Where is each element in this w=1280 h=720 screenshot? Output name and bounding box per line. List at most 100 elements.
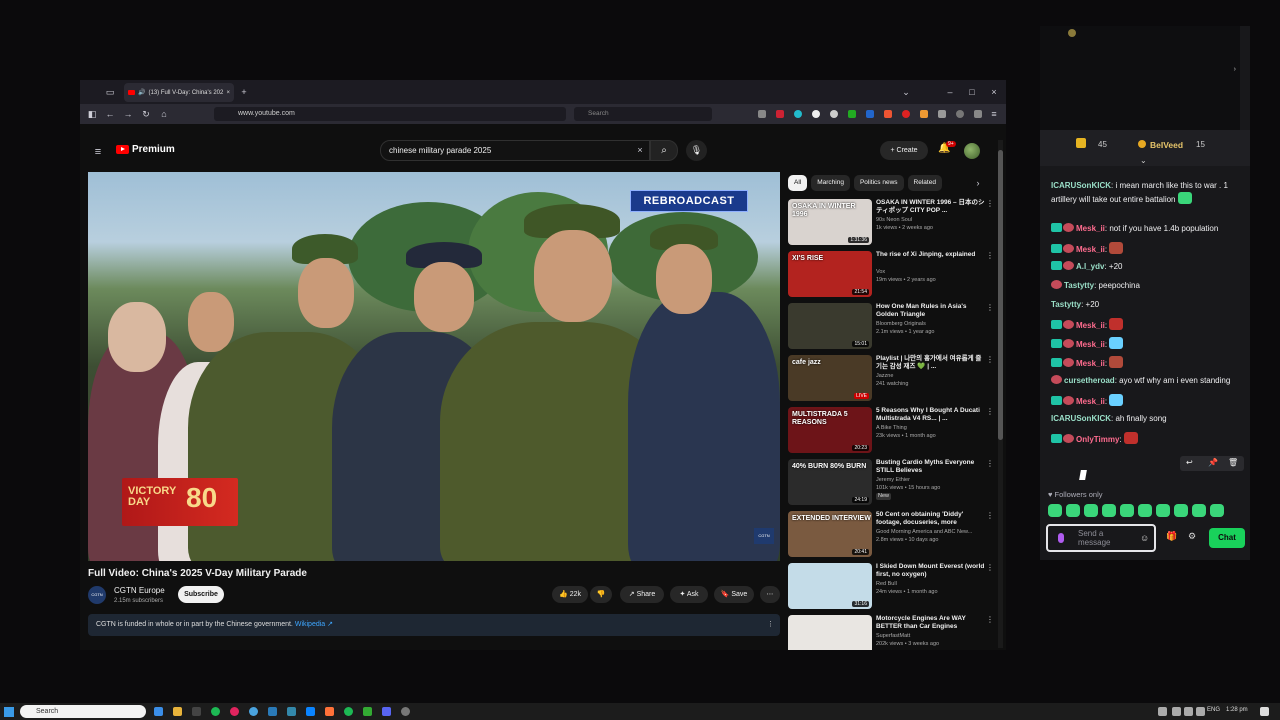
chat-username[interactable]: Mesk_ii [1076,321,1105,330]
discord-icon[interactable] [382,707,391,716]
chip-politics-news[interactable]: Politics news [853,175,904,191]
app-icon[interactable] [192,707,201,716]
more-icon[interactable]: ⋮ [986,407,994,416]
chat-message[interactable]: Mesk_ii: [1051,318,1243,332]
chat-message[interactable]: Tastytty: peepochina [1051,280,1243,292]
spotify-icon[interactable] [211,707,220,716]
emote-icon[interactable] [1084,504,1098,517]
chat-username[interactable]: A.l_ydv [1076,262,1104,271]
recommended-video[interactable]: cafe jazz LIVE Playlist | 나만의 흉가에서 여유롭게 … [788,355,998,403]
subscribe-button[interactable]: Subscribe [178,586,224,603]
emote-icon[interactable] [1048,504,1062,517]
emote-icon[interactable] [1138,504,1152,517]
chat-message[interactable]: Mesk_ii: [1051,242,1243,256]
youtube-logo[interactable]: Premium [116,144,175,155]
back-icon[interactable]: ← [104,108,116,120]
chat-username[interactable]: Mesk_ii [1076,224,1105,233]
chat-message[interactable]: cursetheroad: ayo wtf why am i even stan… [1051,375,1243,387]
more-icon[interactable]: ⋮ [986,459,994,468]
recommended-video[interactable]: 15:01 How One Man Rules in Asia's Golden… [788,303,998,351]
video-player[interactable]: REBROADCAST VICTORY DAY 80 CGTN [88,172,780,561]
recommended-video[interactable]: Motorcycle Engines Are WAY BETTER than C… [788,615,998,650]
recommended-video[interactable]: OSAKA IN WINTER 1996 1:31:36 OSAKA IN WI… [788,199,998,247]
chat-message[interactable]: ICARUSonKICK: i mean march like this to … [1051,180,1243,206]
chat-username[interactable]: Tastytty [1064,281,1094,290]
app-icon[interactable] [249,707,258,716]
menu-icon[interactable]: ≡ [988,108,1000,120]
more-icon[interactable]: ⋮ [986,615,994,624]
tray-icon[interactable] [1172,707,1181,716]
dislike-button[interactable]: 👎 [590,586,612,603]
more-icon[interactable]: ⋮ [986,511,994,520]
recommended-video[interactable]: XI'S RISE 21:54 The rise of Xi Jinping, … [788,251,998,299]
extension-icon[interactable] [812,110,820,118]
collapse-icon[interactable]: › [1234,66,1236,73]
chat-message-input[interactable]: Send a message ☺ [1046,524,1156,552]
account-icon[interactable] [956,110,964,118]
video-thumbnail[interactable]: MULTISTRADA 5 REASONS 20:23 [788,407,872,453]
chat-message[interactable]: Mesk_ii: [1051,337,1243,351]
extension-icon[interactable] [920,110,928,118]
chat-message[interactable]: ICARUSonKICK: ah finally song [1051,413,1243,425]
more-actions-button[interactable]: ⋯ [760,586,780,603]
video-thumbnail[interactable]: cafe jazz LIVE [788,355,872,401]
recommended-video[interactable]: 40% BURN 80% BURN 24:19 Busting Cardio M… [788,459,998,507]
more-icon[interactable]: ⋮ [986,303,994,312]
emote-icon[interactable] [1156,504,1170,517]
more-icon[interactable]: ⋮ [986,355,994,364]
file-explorer-icon[interactable] [173,707,182,716]
more-icon[interactable]: ⋮ [986,199,994,208]
search-button[interactable]: ⌕ [650,140,678,161]
extensions-puzzle-icon[interactable] [938,110,946,118]
chat-message[interactable]: Mesk_ii: not if you have 1.4b population [1051,223,1243,235]
extension-icon[interactable] [776,110,784,118]
app-icon[interactable] [401,707,410,716]
extension-icon[interactable] [830,110,838,118]
app-icon[interactable] [230,707,239,716]
chat-username[interactable]: Tastytty [1051,300,1081,309]
chevron-down-icon[interactable]: ⌄ [1140,156,1147,165]
ask-button[interactable]: ✦ Ask [670,586,708,603]
chip-all[interactable]: All [788,175,808,191]
volume-icon[interactable] [974,110,982,118]
emote-icon[interactable] [1174,504,1188,517]
chat-message[interactable]: Mesk_ii: [1051,394,1243,408]
youtube-search-input[interactable]: chinese military parade 2025 [380,140,650,161]
gift-icon[interactable]: 🎁 [1166,531,1177,542]
recommended-video[interactable]: MULTISTRADA 5 REASONS 20:23 5 Reasons Wh… [788,407,998,455]
minimize-icon[interactable]: – [944,86,956,98]
new-tab-icon[interactable]: + [238,86,250,98]
chat-message[interactable]: Mesk_ii: [1051,356,1243,370]
network-icon[interactable] [1184,707,1193,716]
reload-icon[interactable]: ↻ [140,108,152,120]
chat-username[interactable]: cursetheroad [1064,376,1115,385]
pin-icon[interactable]: 📌 [1208,458,1218,467]
trash-icon[interactable]: 🗑 [1228,458,1238,467]
sidebar-toggle-icon[interactable]: ◧ [86,108,98,120]
language-indicator[interactable]: ENG [1207,707,1220,713]
chat-message[interactable]: OnlyTimmy: [1051,432,1243,446]
app-icon[interactable] [344,707,353,716]
video-thumbnail[interactable]: 15:01 [788,303,872,349]
clear-search-icon[interactable]: × [634,144,646,156]
emoji-icon[interactable]: ☺ [1140,533,1149,543]
extension-icon[interactable] [884,110,892,118]
chip-marching[interactable]: Marching [811,175,850,191]
hamburger-menu-icon[interactable]: ≡ [92,146,104,158]
save-button[interactable]: 🔖 Save [714,586,754,603]
wikipedia-link[interactable]: Wikipedia [295,621,325,628]
app-icon[interactable] [306,707,315,716]
app-icon[interactable] [287,707,296,716]
like-button[interactable]: 👍 22k [552,586,588,603]
chat-username[interactable]: Mesk_ii [1076,340,1105,349]
notification-icon[interactable] [1260,707,1269,716]
close-window-icon[interactable]: × [988,86,1000,98]
maximize-icon[interactable]: □ [966,86,978,98]
video-thumbnail[interactable]: EXTENDED INTERVIEW 20:41 [788,511,872,557]
recommended-video[interactable]: EXTENDED INTERVIEW 20:41 50 Cent on obta… [788,511,998,559]
video-thumbnail[interactable]: XI'S RISE 21:54 [788,251,872,297]
create-button[interactable]: + Create [880,141,928,160]
emote-icon[interactable] [1210,504,1224,517]
settings-icon[interactable]: ⚙ [1188,531,1196,542]
channel-name[interactable]: CGTN Europe [114,586,165,595]
